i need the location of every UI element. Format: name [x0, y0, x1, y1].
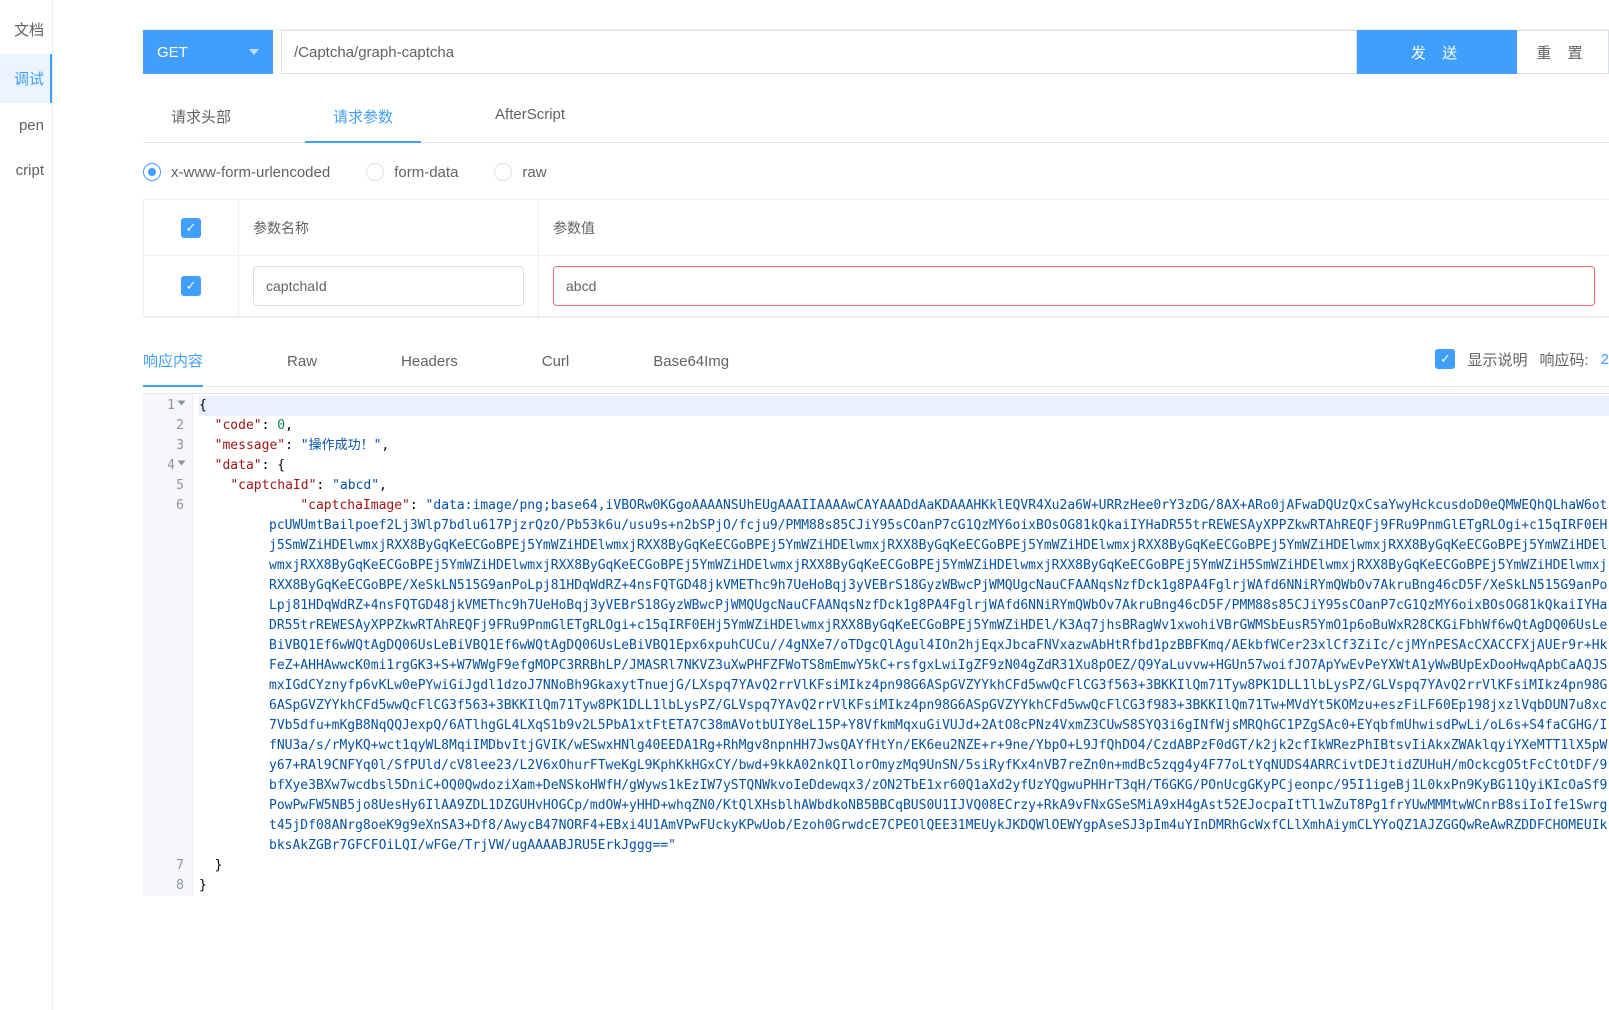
- sidebar-item-script[interactable]: cript: [0, 148, 52, 193]
- show-desc-label: 显示说明: [1467, 349, 1527, 370]
- sidebar: 文档 调试 pen cript: [0, 0, 53, 1010]
- params-table: ✓ 参数名称 参数值 ✓: [143, 199, 1609, 318]
- rtab-content[interactable]: 响应内容: [143, 340, 203, 387]
- status-code-label: 响应码:: [1539, 349, 1588, 370]
- rtab-base64img[interactable]: Base64Img: [653, 343, 729, 384]
- rtab-curl[interactable]: Curl: [542, 343, 570, 384]
- tab-request-headers[interactable]: 请求头部: [143, 96, 259, 142]
- radio-formdata[interactable]: form-data: [366, 163, 458, 181]
- sidebar-item-debug[interactable]: 调试: [0, 54, 52, 103]
- radio-label: raw: [522, 164, 546, 181]
- reset-button[interactable]: 重 置: [1517, 30, 1609, 74]
- param-value-input[interactable]: [553, 266, 1595, 306]
- radio-label: x-www-form-urlencoded: [171, 164, 330, 181]
- radio-icon: [366, 163, 384, 181]
- tab-request-params[interactable]: 请求参数: [305, 96, 421, 143]
- params-row: ✓: [144, 256, 1609, 317]
- status-code-value: 2: [1601, 351, 1609, 368]
- radio-urlencoded[interactable]: x-www-form-urlencoded: [143, 163, 330, 181]
- sidebar-item-doc[interactable]: 文档: [0, 5, 52, 54]
- send-button[interactable]: 发 送: [1357, 30, 1517, 74]
- url-input[interactable]: [281, 30, 1357, 74]
- check-all[interactable]: ✓: [181, 218, 201, 238]
- col-header-name: 参数名称: [239, 200, 539, 256]
- params-header-row: ✓ 参数名称 参数值: [144, 200, 1609, 256]
- rtab-raw[interactable]: Raw: [287, 343, 317, 384]
- sidebar-item-pen[interactable]: pen: [0, 103, 52, 148]
- tab-afterscript[interactable]: AfterScript: [467, 96, 593, 142]
- method-value: GET: [157, 44, 188, 61]
- radio-icon: [143, 163, 161, 181]
- radio-raw[interactable]: raw: [494, 163, 546, 181]
- radio-label: form-data: [394, 164, 458, 181]
- encoding-row: x-www-form-urlencoded form-data raw: [143, 163, 1609, 181]
- response-tabs: 响应内容 Raw Headers Curl Base64Img ✓ 显示说明 响…: [143, 340, 1609, 387]
- request-tabs: 请求头部 请求参数 AfterScript: [143, 96, 1609, 143]
- col-header-value: 参数值: [539, 200, 1609, 256]
- param-name-input[interactable]: [253, 266, 524, 306]
- row-check[interactable]: ✓: [181, 276, 201, 296]
- rtab-headers[interactable]: Headers: [401, 343, 458, 384]
- response-editor[interactable]: 123456 78 { "code": 0, "message": "操作成功！…: [143, 393, 1609, 896]
- show-desc-checkbox[interactable]: ✓: [1435, 349, 1455, 369]
- method-select[interactable]: GET: [143, 30, 273, 74]
- chevron-down-icon: [249, 49, 259, 55]
- editor-code[interactable]: { "code": 0, "message": "操作成功！", "data":…: [193, 394, 1609, 896]
- request-row: GET 发 送 重 置: [143, 30, 1609, 74]
- editor-gutter: 123456 78: [143, 394, 193, 896]
- radio-icon: [494, 163, 512, 181]
